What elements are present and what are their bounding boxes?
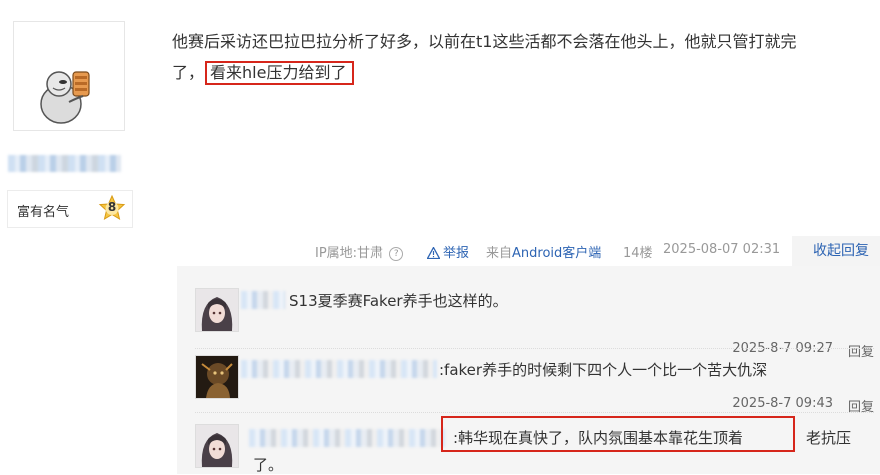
client-source: 来自Android客户端: [486, 242, 601, 261]
warning-icon: [426, 246, 441, 263]
cartoon-avatar-icon: [40, 71, 90, 124]
collapse-replies-button[interactable]: 收起回复: [792, 236, 880, 266]
reply-username-blurred[interactable]: [249, 429, 445, 447]
ip-text: IP属地:甘肃: [315, 246, 384, 261]
post-time: 2025-08-07 02:31: [663, 242, 781, 257]
reply-text-boxed: :韩华现在真快了，队内氛围基本靠花生顶着: [453, 429, 744, 447]
post-content: 他赛后采访还巴拉巴拉分析了好多，以前在t1这些活都不会落在他头上，他就只管打就完…: [172, 26, 872, 88]
reply-item: :韩华现在真快了，队内氛围基本靠花生顶着 老抗压 了。: [177, 416, 880, 474]
reply-item: :faker养手的时候剩下四个人一个比一个苦大仇深 2025-8-7 09:43…: [177, 355, 880, 425]
reply-divider: [195, 412, 874, 413]
user-avatar[interactable]: [13, 21, 125, 131]
reply-avatar[interactable]: [195, 355, 239, 399]
reply-time: 2025-8-7 09:43: [732, 396, 833, 411]
reply-text-line2: 了。: [253, 456, 284, 474]
dark-avatar-icon: [196, 356, 238, 398]
ip-location: IP属地:甘肃 ?: [315, 242, 404, 261]
level-badge-icon[interactable]: 8: [98, 194, 126, 223]
reply-divider: [195, 348, 874, 349]
highlighted-text: 看来hle压力给到了: [205, 61, 355, 85]
reply-area: S13夏季赛Faker养手也这样的。 2025-8-7 09:27 回复 :fa…: [177, 266, 880, 474]
fame-label: 富有名气: [17, 205, 70, 220]
username-blurred[interactable]: [8, 155, 121, 172]
level-number: 8: [107, 200, 117, 214]
post-line-1: 他赛后采访还巴拉巴拉分析了好多，以前在t1这些活都不会落在他头上，他就只管打就完: [172, 32, 797, 51]
reply-text-after: 老抗压: [806, 429, 852, 447]
anime-avatar-icon: [196, 425, 238, 467]
reply-text: :faker养手的时候剩下四个人一个比一个苦大仇深: [439, 361, 768, 379]
reply-avatar[interactable]: [195, 424, 239, 468]
reply-username-blurred[interactable]: [241, 291, 285, 309]
help-icon[interactable]: ?: [389, 247, 404, 261]
anime-avatar-icon: [196, 289, 238, 331]
source-prefix: 来自: [486, 246, 513, 261]
floor-number: 14楼: [623, 246, 653, 261]
post-line-2: 了， 看来hle压力给到了: [172, 57, 872, 88]
post-line-2-start: 了，: [172, 63, 205, 82]
report-label: 举报: [443, 246, 470, 261]
reply-username-blurred[interactable]: [241, 360, 437, 378]
report-link[interactable]: 举报: [426, 242, 470, 263]
reply-text: S13夏季赛Faker养手也这样的。: [289, 292, 508, 310]
fame-level-box: 富有名气 8: [7, 190, 133, 228]
reply-avatar[interactable]: [195, 288, 239, 332]
source-app-link[interactable]: Android客户端: [512, 246, 601, 261]
